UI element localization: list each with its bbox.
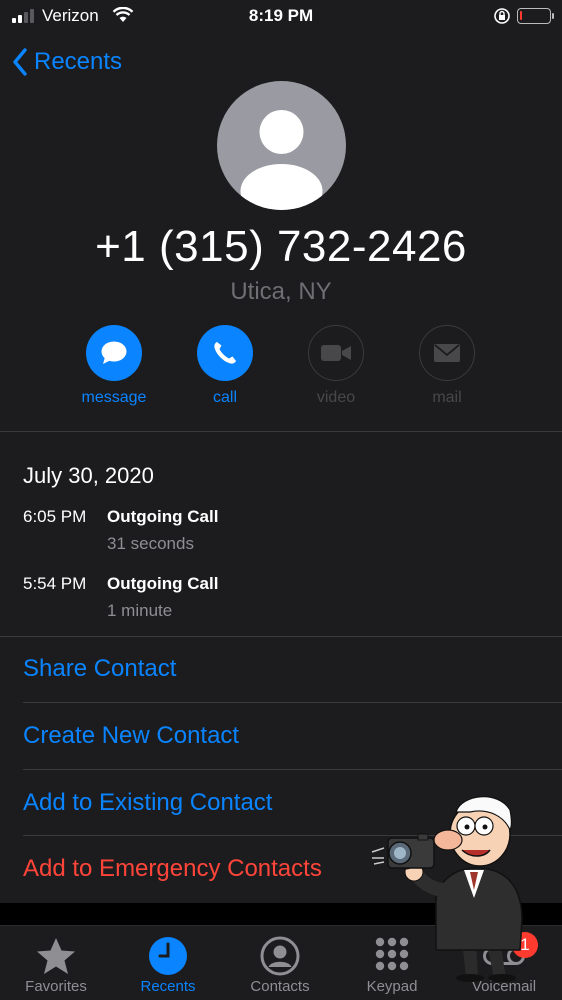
tab-contacts[interactable]: Contacts bbox=[230, 934, 330, 995]
video-label: video bbox=[316, 389, 356, 406]
phone-icon bbox=[214, 342, 236, 364]
phone-number: +1 (315) 732-2426 bbox=[95, 222, 467, 271]
message-button[interactable]: message bbox=[64, 325, 164, 407]
call-button[interactable]: call bbox=[175, 325, 275, 407]
photographer-sticker bbox=[371, 796, 523, 982]
battery-level bbox=[520, 11, 522, 20]
call-label: call bbox=[212, 389, 237, 406]
divider bbox=[23, 769, 562, 770]
back-label: Recents bbox=[34, 48, 123, 75]
back-button[interactable]: Recents bbox=[12, 48, 122, 76]
video-button[interactable]: video bbox=[286, 325, 386, 407]
create-new-contact-button[interactable]: Create New Contact bbox=[23, 722, 239, 750]
video-camera-icon bbox=[321, 345, 351, 361]
call-time: 5:54 PM bbox=[23, 574, 87, 593]
orientation-lock-icon bbox=[494, 8, 510, 24]
person-icon bbox=[240, 110, 323, 210]
star-icon bbox=[37, 938, 75, 974]
contact-avatar bbox=[217, 81, 346, 210]
mail-label: mail bbox=[432, 389, 462, 406]
tab-favorites[interactable]: Favorites bbox=[6, 934, 106, 995]
person-circle-icon bbox=[260, 936, 300, 976]
clock-icon bbox=[149, 937, 187, 975]
tab-label: Favorites bbox=[25, 978, 87, 995]
call-type: Outgoing Call bbox=[107, 507, 219, 526]
divider bbox=[0, 431, 562, 432]
status-bar: Verizon 8:19 PM bbox=[0, 0, 562, 34]
tab-label: Contacts bbox=[250, 978, 310, 995]
envelope-icon bbox=[434, 344, 460, 362]
tab-recents[interactable]: Recents bbox=[118, 934, 218, 995]
call-duration: 1 minute bbox=[107, 601, 173, 620]
tab-label: Recents bbox=[140, 978, 196, 995]
call-duration: 31 seconds bbox=[107, 534, 194, 553]
caller-location: Utica, NY bbox=[230, 278, 332, 305]
call-date: July 30, 2020 bbox=[23, 463, 154, 488]
chevron-left-icon bbox=[13, 48, 27, 76]
share-contact-button[interactable]: Share Contact bbox=[23, 655, 176, 683]
mail-button[interactable]: mail bbox=[397, 325, 497, 407]
battery-icon bbox=[517, 8, 554, 24]
divider bbox=[23, 702, 562, 703]
add-to-emergency-contacts-button[interactable]: Add to Emergency Contacts bbox=[23, 855, 322, 883]
message-bubble-icon bbox=[101, 341, 127, 364]
call-type: Outgoing Call bbox=[107, 574, 219, 593]
divider bbox=[0, 636, 562, 637]
add-to-existing-contact-button[interactable]: Add to Existing Contact bbox=[23, 789, 272, 817]
status-time: 8:19 PM bbox=[248, 6, 314, 25]
call-time: 6:05 PM bbox=[23, 507, 87, 526]
message-label: message bbox=[81, 389, 147, 406]
